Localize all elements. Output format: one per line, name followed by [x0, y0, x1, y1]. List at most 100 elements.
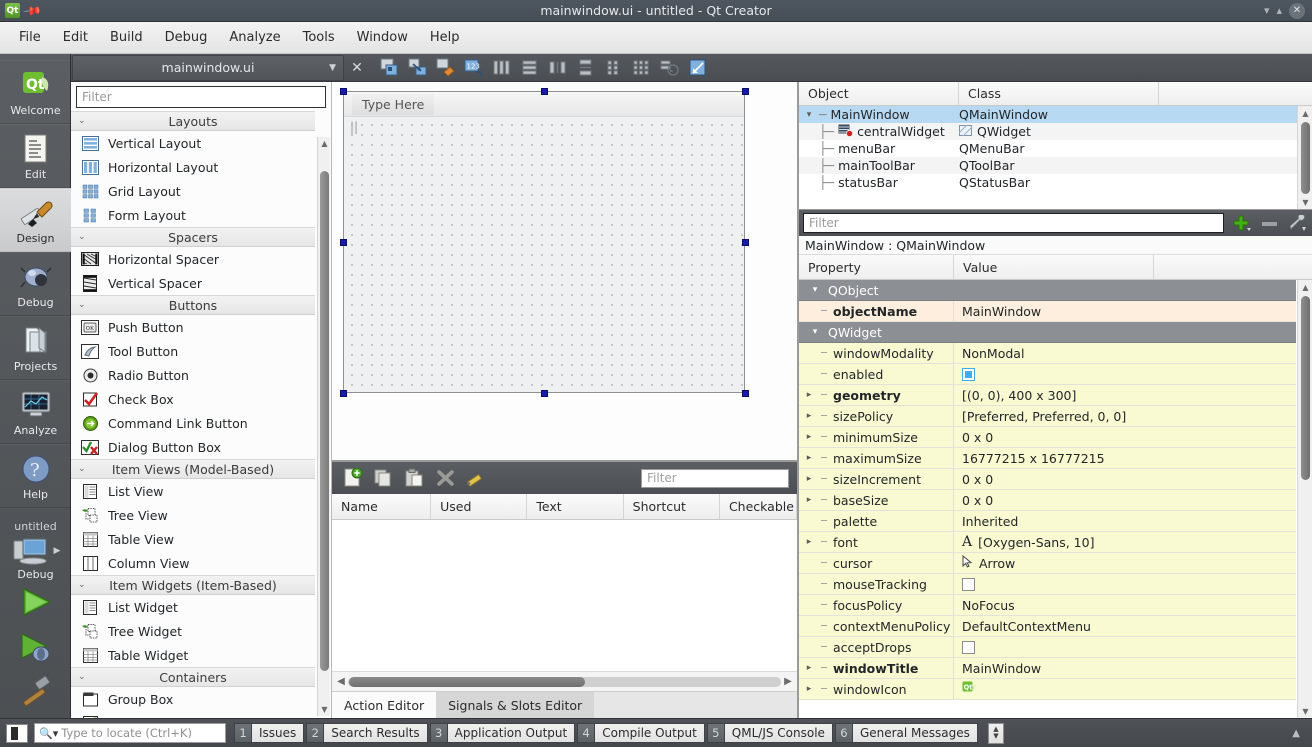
scroll-down-icon[interactable]: ▼ [1298, 704, 1312, 718]
property-row-font[interactable]: ▸ ─ font A [Oxygen-Sans, 10] [799, 532, 1296, 553]
widget-item-tool-button[interactable]: Tool Button [71, 339, 315, 363]
property-row-windowicon[interactable]: ▸ ─ windowIcon Qt [799, 679, 1296, 700]
widget-box-filter[interactable] [76, 86, 326, 108]
resize-handle-middle-left[interactable] [340, 239, 347, 246]
menu-edit[interactable]: Edit [52, 26, 99, 49]
widget-item-horizontal-layout[interactable]: Horizontal Layout [71, 155, 315, 179]
action-editor-filter[interactable] [641, 468, 789, 488]
menu-window[interactable]: Window [346, 26, 419, 49]
build-project-button[interactable] [16, 675, 56, 710]
copy-action-button[interactable] [371, 467, 395, 489]
resize-handle-top-left[interactable] [340, 88, 347, 95]
chevron-right-icon[interactable]: ▸ [803, 663, 815, 673]
widget-category-item-views-model-based[interactable]: ⌄ Item Views (Model-Based) [71, 459, 315, 479]
action-column-text[interactable]: Text [527, 494, 624, 519]
widget-item-form-layout[interactable]: Form Layout [71, 203, 315, 227]
widget-item-check-box[interactable]: Check Box [71, 387, 315, 411]
hscroll-track[interactable] [348, 676, 781, 687]
new-action-button[interactable] [340, 467, 364, 489]
run-button[interactable] [16, 585, 56, 622]
property-row-contextmenupolicy[interactable]: ─ contextMenuPolicy DefaultContextMenu [799, 616, 1296, 637]
menu-tools[interactable]: Tools [292, 26, 346, 49]
chevron-down-icon[interactable]: ▾ [809, 327, 821, 337]
property-value[interactable]: 0 x 0 [962, 430, 993, 445]
output-pane-search-results[interactable]: 2 Search Results [306, 723, 428, 743]
action-editor-hscrollbar[interactable]: ◀ ▶ [332, 671, 797, 691]
property-editor-filter[interactable] [803, 213, 1224, 233]
property-checkbox[interactable] [962, 640, 975, 654]
property-value[interactable]: [Oxygen-Sans, 10] [978, 535, 1094, 550]
toggle-sidebar-button[interactable] [6, 723, 28, 743]
resize-handle-top-right[interactable] [742, 88, 749, 95]
paste-action-button[interactable] [402, 467, 426, 489]
property-row-qwidget[interactable]: ▾ QWidget [799, 322, 1296, 343]
scroll-right-icon[interactable]: ▶ [781, 676, 795, 687]
configure-property-editor-button[interactable] [1286, 213, 1308, 233]
widget-category-spacers[interactable]: ⌄ Spacers [71, 227, 315, 247]
widget-category-item-widgets-item-based[interactable]: ⌄ Item Widgets (Item-Based) [71, 575, 315, 595]
resize-handle-bottom-left[interactable] [340, 390, 347, 397]
chevron-right-icon[interactable]: ▸ [803, 390, 815, 400]
property-value[interactable]: MainWindow [962, 661, 1041, 676]
hscroll-thumb[interactable] [349, 676, 585, 687]
widget-item-vertical-layout[interactable]: Vertical Layout [71, 131, 315, 155]
edit-signals-slots-tool[interactable] [404, 56, 430, 80]
locator[interactable]: 🔍▾ [34, 723, 226, 743]
menu-analyze[interactable]: Analyze [218, 26, 291, 49]
close-button[interactable]: ✕ [1289, 2, 1305, 19]
mode-welcome[interactable]: Qt Welcome [0, 60, 71, 124]
widget-category-containers[interactable]: ⌄ Containers [71, 667, 315, 687]
tab-action-editor[interactable]: Action Editor [332, 692, 437, 718]
widget-box-filter-input[interactable] [82, 90, 320, 104]
mode-projects[interactable]: Projects [0, 316, 71, 380]
output-pane-issues[interactable]: 1 Issues [234, 723, 305, 743]
widget-item-radio-button[interactable]: Radio Button [71, 363, 315, 387]
property-value[interactable]: [(0, 0), 400 x 300] [962, 388, 1076, 403]
output-pane-spinner[interactable]: ▲ ▼ [987, 722, 1004, 744]
property-value[interactable]: 0 x 0 [962, 472, 993, 487]
property-column-property[interactable]: Property [799, 255, 954, 279]
scroll-up-icon[interactable]: ▲ [318, 137, 331, 150]
widget-item-list-widget[interactable]: List Widget [71, 595, 315, 619]
layout-form-tool[interactable] [600, 56, 626, 80]
locator-input[interactable] [61, 726, 221, 740]
property-row-enabled[interactable]: ─ enabled [799, 364, 1296, 385]
mode-debug[interactable]: Debug [0, 252, 71, 316]
form-central-widget[interactable]: || [344, 117, 744, 392]
menu-file[interactable]: File [8, 26, 52, 49]
property-value[interactable]: Inherited [962, 514, 1018, 529]
widget-item-table-widget[interactable]: Table Widget [71, 643, 315, 667]
property-value[interactable]: DefaultContextMenu [962, 619, 1091, 634]
menu-build[interactable]: Build [99, 26, 154, 49]
start-debugging-button[interactable] [16, 630, 56, 667]
remove-dynamic-property-button[interactable] [1258, 213, 1280, 233]
add-dynamic-property-button[interactable] [1230, 213, 1252, 233]
widget-item-command-link-button[interactable]: Command Link Button [71, 411, 315, 435]
object-inspector-scrollbar[interactable]: ▲ ▼ [1297, 106, 1312, 209]
menu-type-here-placeholder[interactable]: Type Here [352, 93, 435, 115]
property-value[interactable]: 16777215 x 16777215 [962, 451, 1105, 466]
widget-item-vertical-spacer[interactable]: Vertical Spacer [71, 271, 315, 295]
delete-action-button[interactable] [433, 467, 457, 489]
layout-horizontally-tool[interactable] [488, 56, 514, 80]
property-row-palette[interactable]: ─ palette Inherited [799, 511, 1296, 532]
menu-debug[interactable]: Debug [154, 26, 219, 49]
designed-main-window[interactable]: Type Here || [343, 91, 745, 393]
property-value[interactable]: Arrow [979, 556, 1015, 571]
object-row-menubar[interactable]: ├─ menuBar QMenuBar [799, 140, 1312, 157]
chevron-right-icon[interactable]: ▸ [803, 684, 815, 694]
edit-buddies-tool[interactable] [432, 56, 458, 80]
widget-item-column-view[interactable]: Column View [71, 551, 315, 575]
resize-handle-bottom-right[interactable] [742, 390, 749, 397]
chevron-down-icon[interactable]: ▼ [329, 63, 336, 73]
chevron-right-icon[interactable]: ▸ [803, 411, 815, 421]
object-inspector-tree[interactable]: ▾ ─ MainWindow QMainWindow ├─ centralWidget QW… [799, 106, 1312, 191]
widget-category-layouts[interactable]: ⌄ Layouts [71, 111, 315, 131]
resize-handle-middle-right[interactable] [742, 239, 749, 246]
mode-analyze[interactable]: Analyze [0, 380, 71, 444]
scroll-up-icon[interactable]: ▲ [1298, 106, 1312, 120]
kit-selector[interactable]: untitled ▶ Debug [0, 517, 71, 585]
widget-item-table-view[interactable]: Table View [71, 527, 315, 551]
property-row-cursor[interactable]: ─ cursor Arrow [799, 553, 1296, 574]
property-editor-scrollbar[interactable]: ▲ ▼ [1297, 280, 1312, 718]
